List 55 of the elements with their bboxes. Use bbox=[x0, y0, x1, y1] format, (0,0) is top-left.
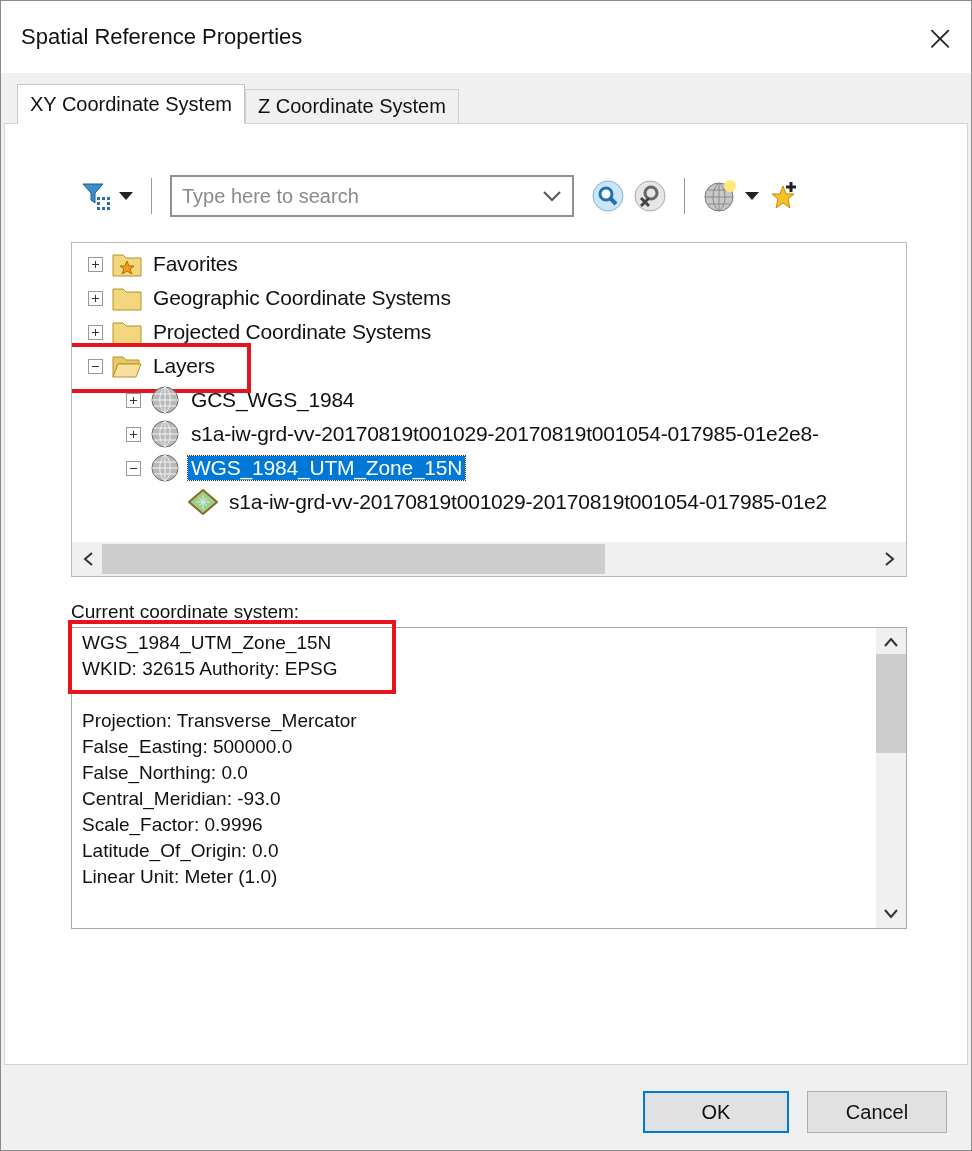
search-icon[interactable] bbox=[592, 180, 624, 212]
cancel-button[interactable]: Cancel bbox=[807, 1091, 947, 1133]
globe-icon bbox=[150, 453, 180, 483]
tree-item[interactable]: s1a-iw-grd-vv-20170819t001029-20170819t001054-017985-01e2 bbox=[226, 490, 831, 514]
scroll-left-icon[interactable] bbox=[82, 551, 94, 567]
scroll-up-icon[interactable] bbox=[883, 636, 899, 648]
scrollbar-thumb[interactable] bbox=[102, 544, 606, 574]
window-title: Spatial Reference Properties bbox=[21, 24, 303, 50]
globe-icon bbox=[150, 419, 180, 449]
globe-icon[interactable] bbox=[703, 179, 737, 213]
search-field[interactable]: Type here to search bbox=[170, 175, 574, 217]
section-label: Current coordinate system: bbox=[71, 601, 301, 623]
close-button[interactable]: × bbox=[909, 7, 971, 67]
filter-icon[interactable] bbox=[81, 181, 111, 211]
info-line: Linear Unit: Meter (1.0) bbox=[82, 865, 279, 889]
expand-icon[interactable] bbox=[88, 290, 103, 306]
scroll-right-icon[interactable] bbox=[884, 551, 896, 567]
caret-icon[interactable] bbox=[745, 192, 759, 200]
info-line: WKID: 32615 Authority: EPSG bbox=[82, 657, 339, 681]
tree-item[interactable]: Geographic Coordinate Systems bbox=[150, 286, 454, 310]
raster-icon bbox=[188, 489, 218, 515]
tree-item[interactable]: GCS_WGS_1984 bbox=[188, 388, 358, 412]
tree-item[interactable]: WGS_1984_UTM_Zone_15N bbox=[188, 456, 466, 480]
folder-icon bbox=[112, 319, 142, 345]
tree-item[interactable]: Favorites bbox=[150, 252, 241, 276]
info-line: WGS_1984_UTM_Zone_15N bbox=[82, 631, 333, 656]
expand-icon[interactable] bbox=[88, 324, 103, 340]
info-line: False_Northing: 0.0 bbox=[82, 761, 249, 786]
info-line: Scale_Factor: 0.9996 bbox=[82, 813, 264, 838]
info-line: Latitude_Of_Origin: 0.0 bbox=[82, 839, 280, 864]
tree-item[interactable]: s1a-iw-grd-vv-20170819t001029-20170819t001054-017985-01e2e8- bbox=[188, 422, 822, 446]
info-line: Projection: Transverse_Mercator bbox=[82, 709, 358, 734]
expand-icon[interactable] bbox=[126, 392, 141, 408]
clear-search-icon[interactable] bbox=[634, 180, 666, 212]
open-folder-icon bbox=[112, 353, 142, 379]
collapse-icon[interactable] bbox=[88, 358, 103, 374]
chevron-down-icon[interactable] bbox=[542, 190, 562, 202]
ok-button[interactable]: OK bbox=[643, 1091, 789, 1133]
collapse-icon[interactable] bbox=[126, 460, 141, 476]
caret-icon[interactable] bbox=[119, 192, 133, 200]
info-line: False_Easting: 500000.0 bbox=[82, 735, 294, 760]
globe-icon bbox=[150, 385, 180, 415]
expand-icon[interactable] bbox=[126, 426, 141, 442]
vertical-scrollbar[interactable] bbox=[876, 628, 906, 928]
scroll-down-icon[interactable] bbox=[883, 908, 899, 920]
tree-item[interactable]: Layers bbox=[150, 354, 218, 378]
info-line: Central_Meridian: -93.0 bbox=[82, 787, 282, 812]
expand-icon[interactable] bbox=[88, 256, 103, 272]
tree-item[interactable]: Projected Coordinate Systems bbox=[150, 320, 435, 344]
tab[interactable]: XY Coordinate System bbox=[17, 84, 245, 124]
horizontal-scrollbar[interactable] bbox=[72, 542, 906, 576]
tab[interactable]: Z Coordinate System bbox=[244, 89, 459, 123]
scrollbar-thumb[interactable] bbox=[876, 654, 906, 754]
folder-star-icon bbox=[112, 251, 142, 277]
folder-icon bbox=[112, 285, 142, 311]
